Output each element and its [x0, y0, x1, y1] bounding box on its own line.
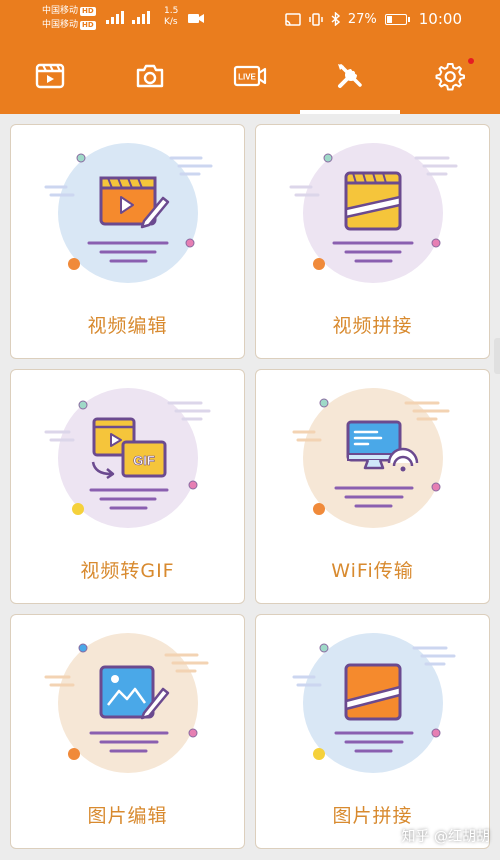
carrier-2: 中国移动 HD — [42, 20, 96, 30]
video-clip-icon — [35, 63, 65, 89]
card-label: 视频拼接 — [332, 315, 413, 337]
card-label: 图片拼接 — [332, 805, 413, 827]
card-label: 视频编辑 — [87, 315, 168, 337]
card-wifi-transfer[interactable]: WiFi传输 — [255, 369, 490, 604]
video-merge-illustration — [289, 143, 458, 283]
notification-dot — [468, 58, 474, 64]
clock: 10:00 — [418, 10, 462, 28]
tab-settings[interactable] — [400, 38, 500, 114]
network-speed: 1.5 K/s — [164, 6, 179, 27]
settings-icon — [435, 63, 465, 91]
top-tab-bar: LIVE — [0, 38, 500, 114]
card-image-edit[interactable]: 图片编辑 — [10, 614, 245, 849]
camera-icon — [136, 64, 164, 88]
side-scroll-handle[interactable] — [494, 338, 500, 374]
tab-indicator — [300, 110, 400, 114]
card-label: 图片编辑 — [87, 805, 168, 827]
card-video-merge[interactable]: 视频拼接 — [255, 124, 490, 359]
card-image-merge[interactable]: 图片拼接 — [255, 614, 490, 849]
status-bar: 中国移动 HD 中国移动 HD 1.5 K/s 27% 10:00 — [0, 0, 500, 38]
video-edit-illustration — [44, 143, 213, 283]
watermark: 知乎 @红胡胡 — [401, 829, 490, 845]
live-text: LIVE — [238, 73, 256, 82]
battery-percent: 27% — [347, 11, 377, 27]
image-merge-illustration — [292, 633, 456, 773]
video-to-gif-illustration: GIF — [44, 388, 211, 528]
tab-tools[interactable] — [300, 38, 400, 114]
tab-video-clip[interactable] — [0, 38, 100, 114]
image-merge-icon — [344, 663, 402, 721]
bluetooth-icon — [331, 12, 340, 26]
battery-icon — [384, 13, 410, 25]
wifi-transfer-illustration — [292, 388, 450, 528]
vibrate-icon — [309, 12, 323, 26]
card-label: WiFi传输 — [331, 560, 414, 582]
carrier-1: 中国移动 HD — [42, 6, 96, 16]
signal-icon — [106, 11, 150, 24]
card-video-to-gif[interactable]: GIF 视频转GIF — [10, 369, 245, 604]
screen-record-icon — [188, 14, 204, 23]
gif-badge-text: GIF — [133, 453, 155, 468]
card-label: 视频转GIF — [80, 560, 175, 582]
card-video-edit[interactable]: 视频编辑 — [10, 124, 245, 359]
image-edit-illustration — [44, 633, 209, 773]
video-merge-icon — [344, 171, 402, 231]
tab-live[interactable]: LIVE — [200, 38, 300, 114]
live-icon: LIVE — [233, 65, 267, 87]
cast-icon — [285, 12, 301, 26]
tools-icon — [338, 64, 362, 88]
tab-camera[interactable] — [100, 38, 200, 114]
